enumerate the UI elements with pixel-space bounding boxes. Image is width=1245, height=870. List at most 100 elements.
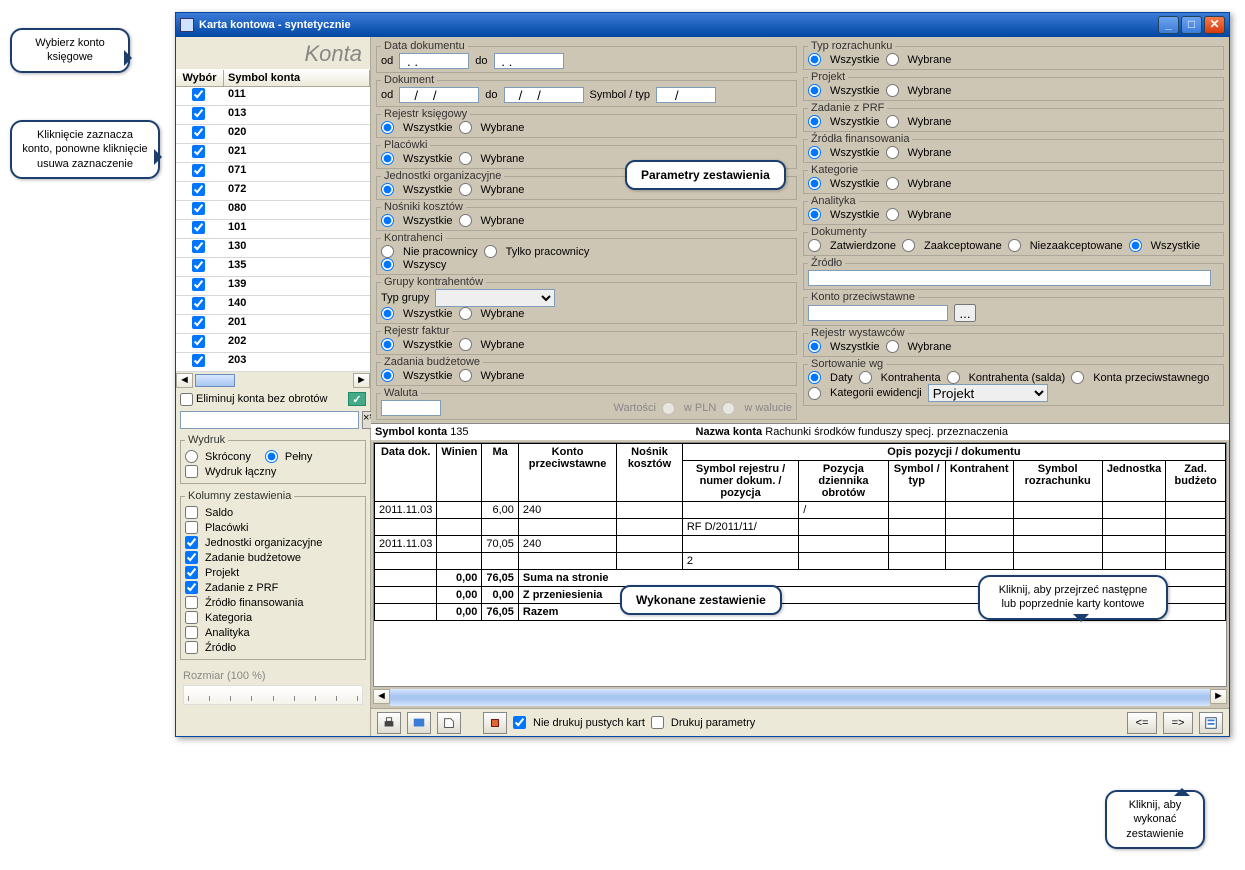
next-button[interactable]: => bbox=[1163, 712, 1193, 734]
filter-input[interactable] bbox=[180, 411, 359, 429]
zrodlo-input[interactable] bbox=[808, 270, 1211, 286]
zb-sel[interactable] bbox=[459, 369, 472, 382]
close-button[interactable]: ✕ bbox=[1204, 16, 1225, 34]
table-row[interactable]: 130 bbox=[176, 239, 370, 258]
row-checkbox[interactable] bbox=[192, 126, 205, 139]
table-row[interactable]: 071 bbox=[176, 163, 370, 182]
kn-wsz[interactable] bbox=[381, 258, 394, 271]
dk-zat[interactable] bbox=[808, 239, 821, 252]
scroll-right-icon[interactable]: ► bbox=[353, 373, 370, 388]
sort-kat-select[interactable]: Projekt bbox=[928, 384, 1048, 402]
pl-all[interactable] bbox=[381, 152, 394, 165]
rw-sel[interactable] bbox=[886, 340, 899, 353]
kolumna-cb[interactable] bbox=[185, 626, 198, 639]
date-to[interactable] bbox=[494, 53, 564, 69]
pr-all[interactable] bbox=[808, 84, 821, 97]
nie-drukuj-cb[interactable] bbox=[513, 716, 526, 729]
table-row[interactable]: 011 bbox=[176, 87, 370, 106]
waluta-input[interactable] bbox=[381, 400, 441, 416]
dk-nie[interactable] bbox=[1008, 239, 1021, 252]
titlebar[interactable]: Karta kontowa - syntetycznie _ □ ✕ bbox=[176, 13, 1229, 37]
doc-to[interactable] bbox=[504, 87, 584, 103]
row-checkbox[interactable] bbox=[192, 202, 205, 215]
table-row[interactable]: 072 bbox=[176, 182, 370, 201]
so-sal[interactable] bbox=[947, 371, 960, 384]
kn-tyl[interactable] bbox=[484, 245, 497, 258]
table-row[interactable]: 2011.11.0370,05240 bbox=[375, 536, 1226, 553]
results-hscroll[interactable]: ◄ ► bbox=[373, 689, 1227, 706]
scroll-thumb[interactable] bbox=[195, 374, 235, 387]
scroll-right-icon[interactable]: ► bbox=[1210, 689, 1227, 704]
konto-przec-input[interactable] bbox=[808, 305, 948, 321]
table-row[interactable]: RF D/2011/11/ bbox=[375, 519, 1226, 536]
row-checkbox[interactable] bbox=[192, 335, 205, 348]
prev-button[interactable]: <= bbox=[1127, 712, 1157, 734]
table-row[interactable]: 013 bbox=[176, 106, 370, 125]
pl-sel[interactable] bbox=[459, 152, 472, 165]
row-checkbox[interactable] bbox=[192, 164, 205, 177]
radio-pelny[interactable] bbox=[265, 450, 278, 463]
kolumna-cb[interactable] bbox=[185, 521, 198, 534]
so-kont[interactable] bbox=[859, 371, 872, 384]
kolumna-cb[interactable] bbox=[185, 611, 198, 624]
table-row[interactable]: 2011.11.036,00240/ bbox=[375, 502, 1226, 519]
gk-sel[interactable] bbox=[459, 307, 472, 320]
rf-sel[interactable] bbox=[459, 338, 472, 351]
kolumna-cb[interactable] bbox=[185, 596, 198, 609]
row-checkbox[interactable] bbox=[192, 145, 205, 158]
an-sel[interactable] bbox=[886, 208, 899, 221]
zb-all[interactable] bbox=[381, 369, 394, 382]
gk-all[interactable] bbox=[381, 307, 394, 320]
row-checkbox[interactable] bbox=[192, 259, 205, 272]
check-icon[interactable]: ✓ bbox=[348, 392, 366, 406]
row-checkbox[interactable] bbox=[192, 221, 205, 234]
zp-all[interactable] bbox=[808, 115, 821, 128]
kolumna-cb[interactable] bbox=[185, 536, 198, 549]
kolumna-cb[interactable] bbox=[185, 566, 198, 579]
row-checkbox[interactable] bbox=[192, 183, 205, 196]
scroll-left-icon[interactable]: ◄ bbox=[373, 689, 390, 704]
zf-sel[interactable] bbox=[886, 146, 899, 159]
table-row[interactable]: 139 bbox=[176, 277, 370, 296]
doc-from[interactable] bbox=[399, 87, 479, 103]
kn-nie[interactable] bbox=[381, 245, 394, 258]
row-checkbox[interactable] bbox=[192, 316, 205, 329]
rk-all[interactable] bbox=[381, 121, 394, 134]
jo-sel[interactable] bbox=[459, 183, 472, 196]
so-kp[interactable] bbox=[1071, 371, 1084, 384]
kolumna-cb[interactable] bbox=[185, 506, 198, 519]
row-checkbox[interactable] bbox=[192, 107, 205, 120]
zp-sel[interactable] bbox=[886, 115, 899, 128]
export-button[interactable] bbox=[437, 712, 461, 734]
print-button[interactable] bbox=[377, 712, 401, 734]
table-row[interactable]: 021 bbox=[176, 144, 370, 163]
table-row[interactable]: 135 bbox=[176, 258, 370, 277]
date-from[interactable] bbox=[399, 53, 469, 69]
nk-sel[interactable] bbox=[459, 214, 472, 227]
nk-all[interactable] bbox=[381, 214, 394, 227]
refresh-button[interactable] bbox=[483, 712, 507, 734]
table-row[interactable]: 203 bbox=[176, 353, 370, 372]
dk-wsz[interactable] bbox=[1129, 239, 1142, 252]
h-scroll[interactable]: ◄ ► bbox=[176, 372, 370, 389]
row-checkbox[interactable] bbox=[192, 297, 205, 310]
rk-sel[interactable] bbox=[459, 121, 472, 134]
col-symbol[interactable]: Symbol konta bbox=[224, 70, 370, 86]
kolumna-cb[interactable] bbox=[185, 551, 198, 564]
dk-zaa[interactable] bbox=[902, 239, 915, 252]
table-row[interactable]: 140 bbox=[176, 296, 370, 315]
row-checkbox[interactable] bbox=[192, 240, 205, 253]
screen-button[interactable] bbox=[407, 712, 431, 734]
kat-all[interactable] bbox=[808, 177, 821, 190]
wydruk-laczny-cb[interactable] bbox=[185, 465, 198, 478]
accounts-grid[interactable]: 0110130200210710720801011301351391402012… bbox=[176, 87, 370, 372]
maximize-button[interactable]: □ bbox=[1181, 16, 1202, 34]
results-grid[interactable]: Data dok. Winien Ma Konto przeciwstawne … bbox=[373, 442, 1227, 687]
scroll-left-icon[interactable]: ◄ bbox=[176, 373, 193, 388]
rf-all[interactable] bbox=[381, 338, 394, 351]
grupa-select[interactable] bbox=[435, 289, 555, 307]
pr-sel[interactable] bbox=[886, 84, 899, 97]
jo-all[interactable] bbox=[381, 183, 394, 196]
table-row[interactable]: 201 bbox=[176, 315, 370, 334]
table-row[interactable]: 020 bbox=[176, 125, 370, 144]
